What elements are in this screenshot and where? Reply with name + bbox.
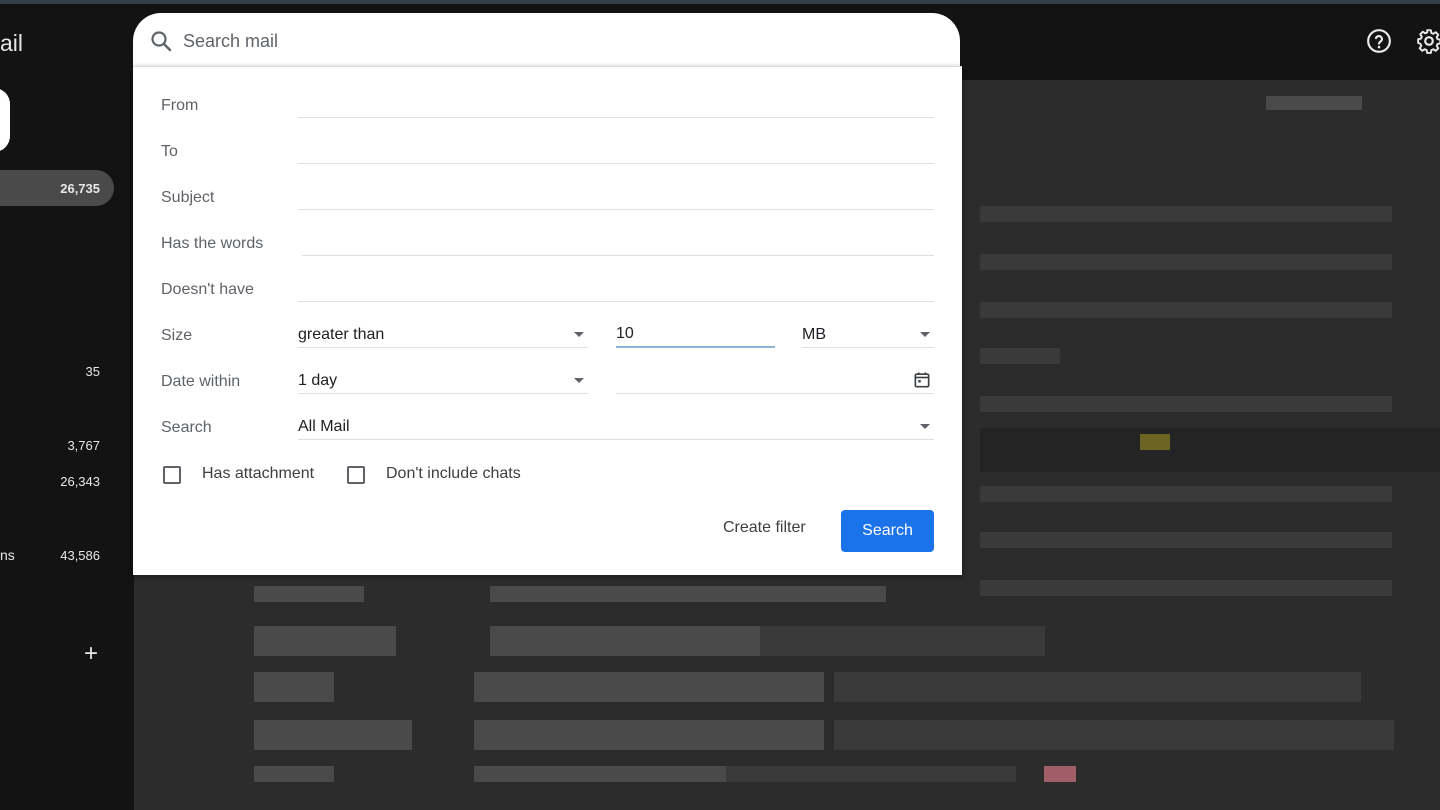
sidebar-item-count: 26,343	[60, 473, 100, 489]
to-field[interactable]	[298, 138, 934, 164]
search-in-label: Search	[161, 419, 212, 436]
from-field[interactable]	[298, 92, 934, 118]
sidebar-item-count: 43,586	[60, 547, 100, 563]
sidebar-item-count: 35	[85, 363, 100, 379]
doesnt-have-input[interactable]	[298, 276, 934, 301]
size-operator-value: greater than	[298, 325, 385, 343]
sidebar-item-count: 26,735	[60, 180, 100, 196]
compose-button[interactable]	[0, 88, 10, 152]
advanced-search-panel: From To Subject Has the words Doesn't ha…	[133, 66, 962, 575]
doesnt-have-label: Doesn't have	[161, 281, 254, 298]
sidebar-item-count: 3,767	[67, 437, 100, 453]
create-filter-button[interactable]: Create filter	[723, 519, 806, 537]
chevron-down-icon	[920, 332, 930, 337]
doesnt-have-field[interactable]	[298, 276, 934, 302]
date-within-label: Date within	[161, 373, 241, 390]
dont-include-chats-label[interactable]: Don't include chats	[386, 465, 521, 483]
to-label: To	[161, 143, 178, 160]
has-words-field[interactable]	[302, 230, 934, 256]
sidebar-item-category-2[interactable]: 26,343	[0, 463, 114, 499]
search-bar	[133, 13, 960, 69]
add-label-icon[interactable]: +	[84, 642, 98, 666]
has-words-label: Has the words	[161, 235, 264, 252]
help-icon[interactable]	[1366, 28, 1392, 54]
size-value-input[interactable]	[616, 322, 775, 346]
subject-input[interactable]	[298, 184, 934, 209]
sidebar-item-drafts[interactable]: 35	[0, 353, 114, 389]
search-icon[interactable]	[149, 29, 173, 53]
from-label: From	[161, 97, 199, 114]
date-within-select[interactable]: 1 day	[298, 368, 588, 394]
subject-label: Subject	[161, 189, 215, 206]
to-input[interactable]	[298, 138, 934, 163]
chevron-down-icon	[574, 332, 584, 337]
size-value-field[interactable]	[616, 322, 775, 348]
search-input[interactable]	[183, 27, 883, 55]
gmail-logo-text: ail	[0, 30, 24, 56]
size-unit-value: MB	[802, 325, 826, 343]
size-label: Size	[161, 327, 193, 344]
calendar-icon[interactable]	[912, 370, 932, 390]
size-unit-select[interactable]: MB	[802, 322, 934, 348]
search-button[interactable]: Search	[841, 510, 934, 552]
search-in-select[interactable]: All Mail	[298, 414, 934, 440]
from-input[interactable]	[298, 92, 934, 117]
chevron-down-icon	[574, 378, 584, 383]
date-within-value: 1 day	[298, 371, 338, 389]
gear-icon[interactable]	[1416, 28, 1440, 54]
dont-include-chats-checkbox[interactable]	[347, 466, 365, 484]
search-in-value: All Mail	[298, 417, 350, 435]
gmail-app: ail 26,735 35 3,767 26,343 ns 43,586 + S…	[0, 4, 1440, 810]
date-field[interactable]	[616, 368, 934, 394]
sidebar-item-category-1[interactable]: 3,767	[0, 427, 114, 463]
sidebar-item-label: ns	[0, 547, 15, 563]
has-attachment-checkbox[interactable]	[163, 466, 181, 484]
chevron-down-icon	[920, 424, 930, 429]
subject-field[interactable]	[298, 184, 934, 210]
size-operator-select[interactable]: greater than	[298, 322, 588, 348]
has-words-input[interactable]	[302, 230, 934, 255]
sidebar-item-inbox[interactable]: 26,735	[0, 170, 114, 206]
sidebar-item-promotions[interactable]: ns 43,586	[0, 537, 114, 573]
date-input[interactable]	[616, 368, 934, 393]
has-attachment-label[interactable]: Has attachment	[202, 465, 314, 483]
